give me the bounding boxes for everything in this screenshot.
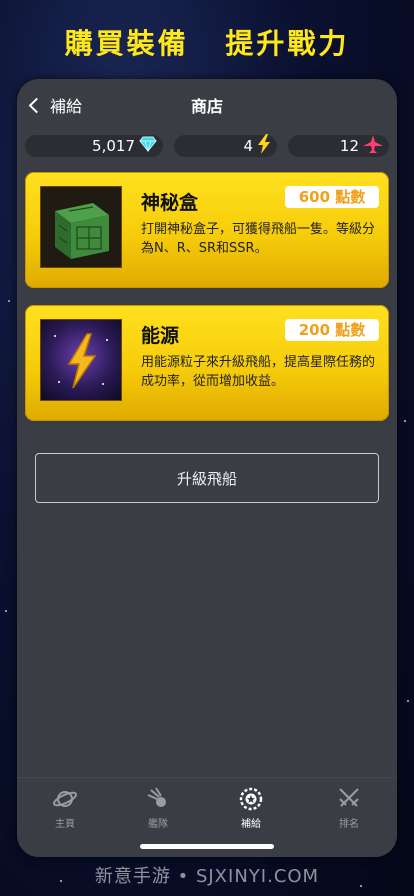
watermark: 新意手游 • SJXINYI.COM <box>94 866 320 887</box>
gem-balance: 5,017 <box>25 135 163 157</box>
tab-ranking[interactable]: 排名 <box>319 786 379 830</box>
tab-supply[interactable]: 補給 <box>221 786 281 830</box>
diamond-icon <box>139 136 157 156</box>
page-title: 商店 <box>190 97 223 116</box>
item-price-button[interactable]: 600 點數 <box>285 186 379 208</box>
planet-icon <box>52 791 78 807</box>
supply-icon <box>239 787 263 811</box>
phone-screen: 補給 商店 5,017 4 12 神秘盒 600 點數 打開神秘盒子，可獲得飛船… <box>17 79 397 857</box>
promo-title-right: 提升戰力 <box>225 27 350 60</box>
home-indicator[interactable] <box>140 844 274 849</box>
shop-item-energy[interactable]: 能源 200 點數 用能源粒子來升級飛船，提高星際任務的成功率，從而增加收益。 <box>25 305 389 421</box>
upgrade-ship-button[interactable]: 升級飛船 <box>35 453 379 503</box>
tab-bar: 主頁 艦隊 補給 排名 <box>17 777 397 857</box>
energy-balance: 4 <box>174 134 277 158</box>
promo-title-left: 購買裝備 <box>64 27 189 60</box>
mystery-box-image <box>40 186 122 268</box>
tab-label: 艦隊 <box>148 819 168 830</box>
tab-label: 補給 <box>241 819 261 830</box>
item-name: 能源 <box>141 325 180 347</box>
lightning-icon <box>257 134 271 158</box>
energy-image <box>40 319 122 401</box>
shop-item-mystery-box[interactable]: 神秘盒 600 點數 打開神秘盒子，可獲得飛船一隻。等級分為N、R、SR和SSR… <box>25 172 389 288</box>
item-name: 神秘盒 <box>141 192 199 214</box>
gem-count: 5,017 <box>92 137 135 155</box>
ship-balance: 12 <box>288 135 389 157</box>
item-description: 打開神秘盒子，可獲得飛船一隻。等級分為N、R、SR和SSR。 <box>141 222 376 256</box>
tab-label: 主頁 <box>55 819 75 830</box>
tab-label: 排名 <box>339 819 359 830</box>
resource-bar: 5,017 4 12 <box>17 134 397 167</box>
spaceship-icon <box>363 135 383 157</box>
tab-fleet[interactable]: 艦隊 <box>128 786 188 830</box>
energy-count: 4 <box>243 137 253 155</box>
promo-title: 購買裝備 提升戰力 <box>0 22 414 62</box>
item-description: 用能源粒子來升級飛船，提高星際任務的成功率，從而增加收益。 <box>141 355 376 389</box>
comet-icon <box>147 787 166 807</box>
ship-count: 12 <box>339 137 359 155</box>
tab-home[interactable]: 主頁 <box>35 786 95 830</box>
navbar: 補給 商店 <box>17 79 397 129</box>
item-price-button[interactable]: 200 點數 <box>285 319 379 341</box>
swords-icon <box>339 788 359 807</box>
